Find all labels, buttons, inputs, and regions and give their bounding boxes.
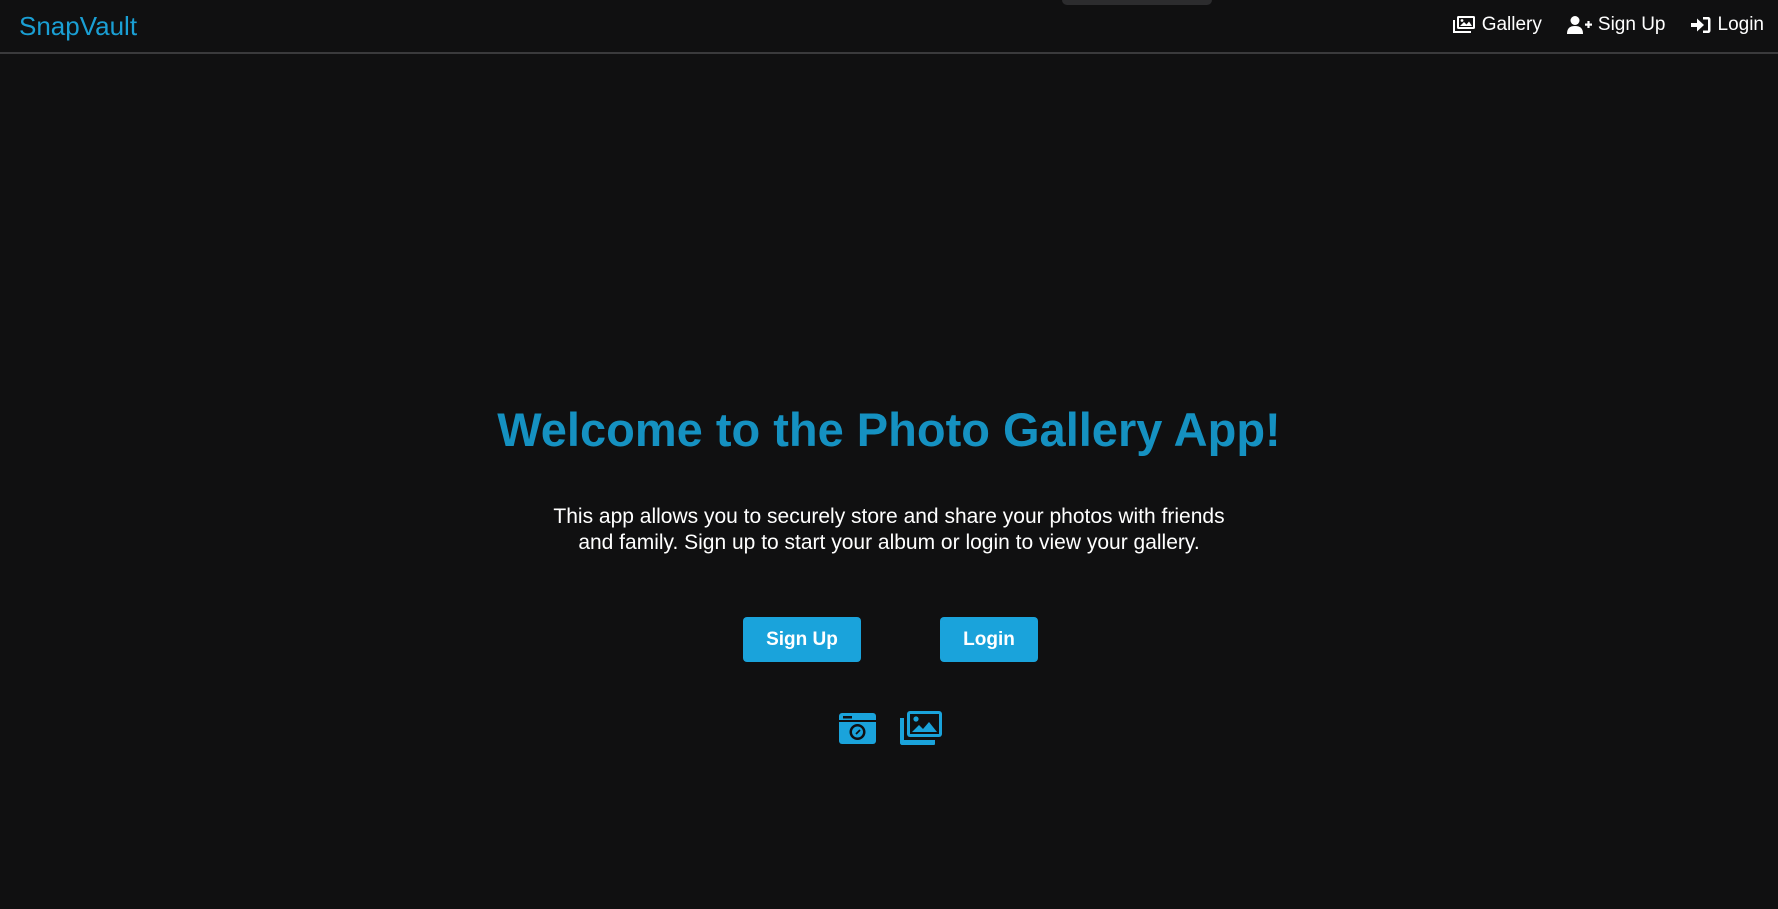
hero-section: Welcome to the Photo Gallery App! This a… [0,400,1778,556]
images-icon [899,710,943,751]
login-button[interactable]: Login [940,617,1038,662]
nav-link-login-label: Login [1717,14,1765,35]
top-tab-handle [1062,0,1212,5]
user-plus-icon [1566,15,1592,35]
nav-link-login[interactable]: Login [1690,14,1765,36]
nav-link-signup[interactable]: Sign Up [1566,14,1666,36]
brand-link[interactable]: SnapVault [19,11,137,42]
sign-in-icon [1690,15,1712,35]
nav-link-gallery[interactable]: Gallery [1452,14,1542,36]
hero-description: This app allows you to securely store an… [553,505,1225,554]
nav-link-signup-label: Sign Up [1597,14,1666,35]
nav-links: Gallery Sign Up Login [1452,14,1764,36]
hero-title: Welcome to the Photo Gallery App! [497,403,1281,456]
camera-icon [838,710,877,751]
signup-button[interactable]: Sign Up [743,617,861,662]
hero-icons [0,710,1778,750]
nav-link-gallery-label: Gallery [1481,14,1542,35]
hero-actions: Sign Up Login [0,617,1778,662]
navbar: SnapVault Gallery Sign Up Login [0,0,1778,54]
images-icon [1452,15,1476,35]
